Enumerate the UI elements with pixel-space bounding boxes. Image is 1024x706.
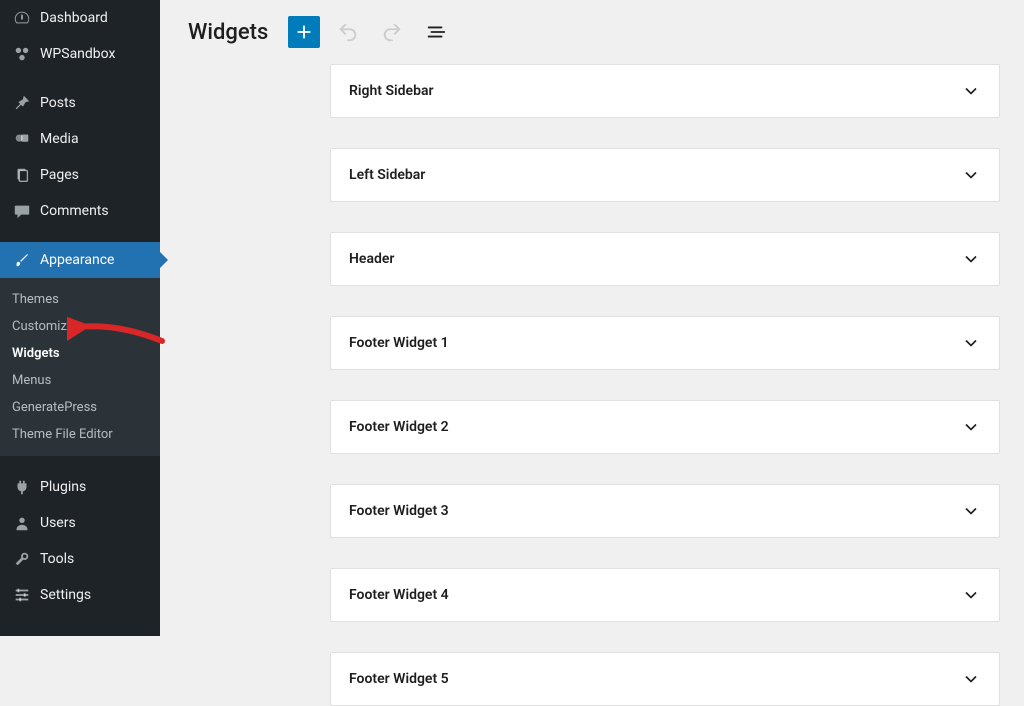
- sidebar-item-label: Tools: [40, 551, 74, 567]
- widget-area-title: Right Sidebar: [349, 83, 434, 99]
- chevron-down-icon: [961, 417, 981, 437]
- sidebar-item-users[interactable]: Users: [0, 505, 160, 541]
- sidebar-item-dashboard[interactable]: Dashboard: [0, 0, 160, 36]
- sidebar-item-plugins[interactable]: Plugins: [0, 469, 160, 505]
- sliders-icon: [12, 585, 32, 605]
- media-icon: [12, 129, 32, 149]
- widget-area-footer-4[interactable]: Footer Widget 4: [330, 568, 1000, 622]
- sidebar-item-tools[interactable]: Tools: [0, 541, 160, 577]
- widget-area-title: Footer Widget 3: [349, 503, 449, 519]
- main-content: Widgets Right Sidebar Left Sidebar Heade…: [160, 0, 1024, 636]
- appearance-submenu: Themes Customize Widgets Menus GenerateP…: [0, 278, 160, 456]
- submenu-item-customize[interactable]: Customize: [0, 313, 160, 340]
- widget-area-footer-1[interactable]: Footer Widget 1: [330, 316, 1000, 370]
- submenu-item-theme-file-editor[interactable]: Theme File Editor: [0, 421, 160, 448]
- widget-area-title: Header: [349, 251, 394, 267]
- comment-icon: [12, 201, 32, 221]
- submenu-item-menus[interactable]: Menus: [0, 367, 160, 394]
- pin-icon: [12, 93, 32, 113]
- chevron-down-icon: [961, 501, 981, 521]
- sidebar-item-label: Appearance: [40, 252, 114, 268]
- plug-icon: [12, 477, 32, 497]
- separator: [0, 233, 160, 238]
- list-view-button[interactable]: [420, 16, 452, 48]
- sidebar-item-wpsandbox[interactable]: WPSandbox: [0, 36, 160, 72]
- widget-area-title: Footer Widget 4: [349, 587, 449, 603]
- sidebar-item-comments[interactable]: Comments: [0, 193, 160, 229]
- separator: [0, 76, 160, 81]
- sidebar-item-label: Pages: [40, 167, 79, 183]
- page-title: Widgets: [188, 20, 268, 45]
- widget-area-title: Left Sidebar: [349, 167, 425, 183]
- user-icon: [12, 513, 32, 533]
- sidebar-item-label: Posts: [40, 95, 76, 111]
- admin-sidebar: Dashboard WPSandbox Posts Media Pages Co…: [0, 0, 160, 636]
- widget-area-footer-2[interactable]: Footer Widget 2: [330, 400, 1000, 454]
- sidebar-item-settings[interactable]: Settings: [0, 577, 160, 613]
- sidebar-item-posts[interactable]: Posts: [0, 85, 160, 121]
- sidebar-item-label: Comments: [40, 203, 109, 219]
- brush-icon: [12, 250, 32, 270]
- widget-area-title: Footer Widget 1: [349, 335, 449, 351]
- add-block-button[interactable]: [288, 16, 320, 48]
- chevron-down-icon: [961, 249, 981, 269]
- separator: [0, 460, 160, 465]
- widget-area-footer-5[interactable]: Footer Widget 5: [330, 652, 1000, 706]
- sidebar-item-label: Media: [40, 131, 79, 147]
- widget-area-title: Footer Widget 2: [349, 419, 449, 435]
- editor-toolbar: Widgets: [160, 0, 1024, 64]
- chevron-down-icon: [961, 585, 981, 605]
- undo-button[interactable]: [332, 16, 364, 48]
- sidebar-item-label: WPSandbox: [40, 46, 115, 62]
- sidebar-item-label: Users: [40, 515, 76, 531]
- widget-area-right-sidebar[interactable]: Right Sidebar: [330, 64, 1000, 118]
- pages-icon: [12, 165, 32, 185]
- chevron-down-icon: [961, 333, 981, 353]
- sidebar-item-appearance[interactable]: Appearance: [0, 242, 160, 278]
- sidebar-item-media[interactable]: Media: [0, 121, 160, 157]
- submenu-item-widgets[interactable]: Widgets: [0, 340, 160, 367]
- submenu-item-generatepress[interactable]: GeneratePress: [0, 394, 160, 421]
- sidebar-item-label: Settings: [40, 587, 91, 603]
- sandbox-icon: [12, 44, 32, 64]
- redo-button[interactable]: [376, 16, 408, 48]
- submenu-item-themes[interactable]: Themes: [0, 286, 160, 313]
- widget-area-title: Footer Widget 5: [349, 671, 449, 687]
- widget-areas-list: Right Sidebar Left Sidebar Header Footer…: [160, 64, 1024, 706]
- chevron-down-icon: [961, 81, 981, 101]
- widget-area-footer-3[interactable]: Footer Widget 3: [330, 484, 1000, 538]
- sidebar-item-label: Plugins: [40, 479, 86, 495]
- chevron-down-icon: [961, 669, 981, 689]
- sidebar-item-pages[interactable]: Pages: [0, 157, 160, 193]
- dashboard-icon: [12, 8, 32, 28]
- chevron-down-icon: [961, 165, 981, 185]
- sidebar-item-label: Dashboard: [40, 10, 108, 26]
- widget-area-header[interactable]: Header: [330, 232, 1000, 286]
- wrench-icon: [12, 549, 32, 569]
- widget-area-left-sidebar[interactable]: Left Sidebar: [330, 148, 1000, 202]
